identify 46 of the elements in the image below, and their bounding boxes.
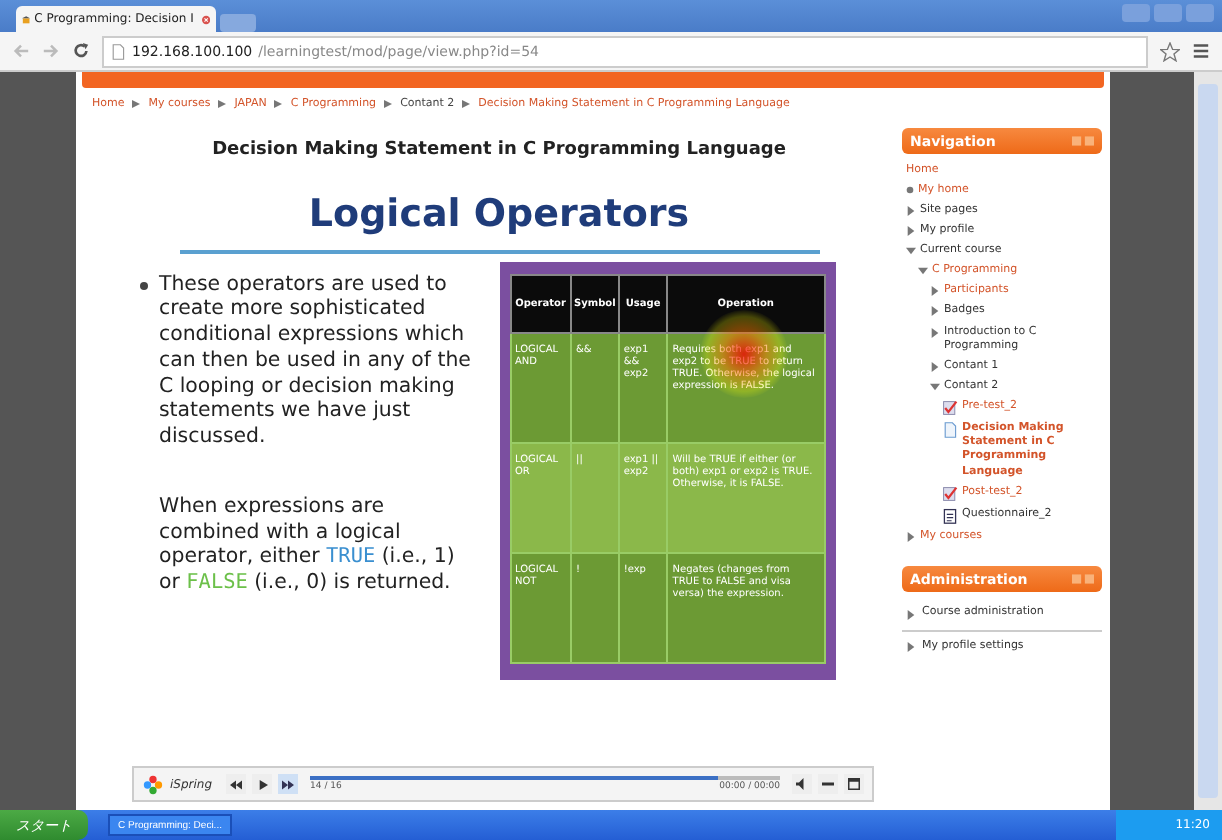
slide-header: Decision Making Statement in C Programming Language xyxy=(212,140,786,160)
collapsed-arrow-icon[interactable] xyxy=(930,306,940,317)
reload-icon[interactable] xyxy=(72,42,90,60)
window-icon xyxy=(848,778,860,790)
volume-button[interactable] xyxy=(792,774,812,794)
pinwheel-logo-icon xyxy=(142,773,164,795)
separator-arrow-icon xyxy=(274,100,283,108)
star-icon[interactable] xyxy=(1160,41,1180,61)
separator-arrow-icon xyxy=(462,100,471,108)
window-button[interactable] xyxy=(844,774,864,794)
separator-arrow-icon xyxy=(384,100,393,108)
bullet-icon xyxy=(906,185,914,194)
collapsed-arrow-icon[interactable] xyxy=(930,286,940,297)
next-button[interactable] xyxy=(278,774,299,794)
play-button[interactable] xyxy=(252,774,273,794)
collapsed-arrow-icon[interactable] xyxy=(930,361,940,372)
bullet-text: These operators are used to create more sophisticated conditional expressions which can then be used in any of the C looping or decision making statements we have just discussed. xyxy=(159,273,473,452)
slide-title: Logical Operators xyxy=(308,192,690,236)
checkmark-document-icon xyxy=(942,400,958,417)
previous-button[interactable] xyxy=(226,774,247,794)
clipboard-icon xyxy=(942,507,958,524)
note-text: When expressions are combined with a logical operator, either TRUE (i.e., 1) or FALSE (i.e., 0) is returned. xyxy=(157,495,457,598)
collapsed-arrow-icon[interactable] xyxy=(906,205,916,216)
checkmark-document-icon xyxy=(942,485,958,502)
expanded-arrow-icon[interactable] xyxy=(930,382,940,393)
collapsed-arrow-icon[interactable] xyxy=(906,642,916,653)
collapsed-arrow-icon[interactable] xyxy=(906,609,916,620)
scrollbar[interactable] xyxy=(1194,72,1222,810)
expanded-arrow-icon[interactable] xyxy=(906,246,916,257)
collapsed-arrow-icon[interactable] xyxy=(906,225,916,236)
rewind-icon xyxy=(230,779,243,789)
menu-icon[interactable] xyxy=(1192,42,1210,60)
minus-button[interactable] xyxy=(818,774,838,794)
separator-arrow-icon xyxy=(132,100,141,108)
expanded-arrow-icon[interactable] xyxy=(918,266,928,277)
close-icon[interactable] xyxy=(201,11,210,27)
bullet-icon xyxy=(139,281,147,289)
speaker-icon xyxy=(796,778,808,790)
separator-arrow-icon xyxy=(218,100,227,108)
play-icon xyxy=(257,779,268,789)
fast-forward-icon xyxy=(282,779,295,789)
page-icon xyxy=(110,43,126,59)
minus-icon xyxy=(822,778,834,790)
collapsed-arrow-icon[interactable] xyxy=(930,327,940,338)
document-icon xyxy=(942,422,958,439)
collapsed-arrow-icon[interactable] xyxy=(906,531,916,542)
